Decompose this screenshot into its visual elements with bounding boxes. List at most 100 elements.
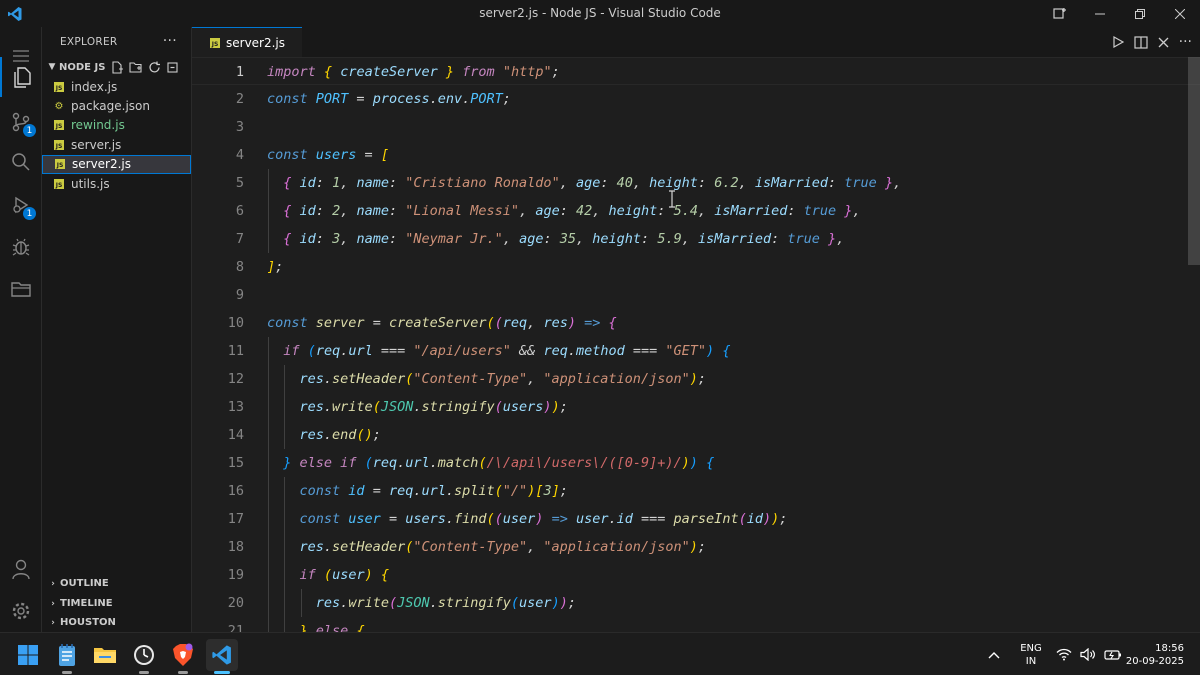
code-editor[interactable]: 1 import { createServer } from "http"; 2 co… <box>192 57 1200 632</box>
tab-label: server2.js <box>226 35 286 50</box>
restore-button[interactable] <box>1120 0 1160 27</box>
code-token: . <box>429 595 438 611</box>
code-token: , <box>893 175 902 191</box>
vscode-logo-icon[interactable] <box>0 0 30 27</box>
run-file-icon[interactable] <box>1112 36 1124 48</box>
explorer-icon[interactable] <box>0 57 42 97</box>
section-outline[interactable]: › OUTLINE <box>42 574 192 593</box>
code-text: res.setHeader("Content-Type", "applicati… <box>267 365 706 393</box>
code-line[interactable]: 1 import { createServer } from "http"; <box>192 57 1200 85</box>
code-line[interactable]: 16 const id = req.url.split("/")[3]; <box>192 477 1200 505</box>
scrollbar-thumb[interactable] <box>1188 57 1200 265</box>
code-token: ; <box>559 483 568 499</box>
code-line[interactable]: 17 const user = users.find((user) => use… <box>192 505 1200 533</box>
minimize-button[interactable] <box>1080 0 1120 27</box>
code-line[interactable]: 8]; <box>192 253 1200 281</box>
code-text: res.write(JSON.stringify(users)); <box>267 393 568 421</box>
section-houston[interactable]: › HOUSTON <box>42 613 192 632</box>
taskbar-clock[interactable]: 18:56 20-09-2025 <box>1126 642 1184 668</box>
system-tray[interactable] <box>1056 633 1122 675</box>
code-token: /\/api\/users\/([0-9]+)/ <box>486 455 682 471</box>
more-actions-icon[interactable]: ··· <box>163 33 177 49</box>
input-language-indicator[interactable]: ENG IN <box>1016 642 1046 668</box>
code-line[interactable]: 10 const server = createServer((req, res)… <box>192 309 1200 337</box>
brave-browser-icon[interactable] <box>167 639 199 674</box>
more-editor-actions-icon[interactable]: ··· <box>1179 34 1192 50</box>
code-line[interactable]: 7 { id: 3, name: "Neymar Jr.", age: 35, … <box>192 225 1200 253</box>
code-text: import { createServer } from "http"; <box>267 58 560 86</box>
code-token: === <box>632 511 674 527</box>
line-number: 16 <box>227 483 244 499</box>
file-item-server2-js[interactable]: JS server2.js <box>42 154 191 174</box>
code-line[interactable]: 18 res.setHeader("Content-Type", "applic… <box>192 533 1200 561</box>
chevron-right-icon: › <box>51 617 55 628</box>
code-line[interactable]: 14 res.end(); <box>192 421 1200 449</box>
show-hidden-icons-button[interactable] <box>988 633 1000 675</box>
line-number: 6 <box>235 203 244 219</box>
region-code: IN <box>1025 656 1037 667</box>
split-editor-icon[interactable] <box>1134 35 1148 49</box>
code-line[interactable]: 13 res.write(JSON.stringify(users)); <box>192 393 1200 421</box>
customize-layout-icon[interactable] <box>1040 0 1080 27</box>
file-item-server-js[interactable]: JS server.js <box>42 135 191 154</box>
file-name: utils.js <box>71 176 110 191</box>
close-editor-icon[interactable] <box>1158 37 1169 48</box>
code-line[interactable]: 6 { id: 2, name: "Lional Messi", age: 42… <box>192 197 1200 225</box>
code-token: users <box>502 399 544 415</box>
settings-gear-icon[interactable] <box>0 591 42 631</box>
code-token: height <box>649 175 698 191</box>
folder-node-js[interactable]: ▼ NODE JS <box>42 57 191 77</box>
code-line[interactable]: 20 res.write(JSON.stringify(user)); <box>192 589 1200 617</box>
file-item-index-js[interactable]: JS index.js <box>42 77 191 96</box>
code-token: = <box>348 91 373 107</box>
remote-explorer-icon[interactable] <box>0 269 42 309</box>
section-timeline[interactable]: › TIMELINE <box>42 594 192 613</box>
new-folder-icon[interactable] <box>129 61 143 74</box>
code-token: setHeader <box>332 371 406 387</box>
tab-server2-js[interactable]: JS server2.js <box>192 27 302 57</box>
code-line[interactable]: 19 if (user) { <box>192 561 1200 589</box>
code-line[interactable]: 9 <box>192 281 1200 309</box>
source-control-badge: 1 <box>23 124 36 137</box>
code-token: isMarried <box>697 231 772 247</box>
file-item-utils-js[interactable]: JS utils.js <box>42 174 191 193</box>
close-button[interactable] <box>1160 0 1200 27</box>
vscode-taskbar-icon[interactable] <box>206 639 238 674</box>
code-line[interactable]: 2 const PORT = process.env.PORT; <box>192 85 1200 113</box>
code-token: const <box>299 483 341 499</box>
line-number: 8 <box>235 259 244 275</box>
debug-bug-icon[interactable] <box>0 227 42 267</box>
windows-start-icon[interactable] <box>12 639 44 671</box>
code-line[interactable]: 5 { id: 1, name: "Cristiano Ronaldo", ag… <box>192 169 1200 197</box>
code-token: . <box>323 371 333 387</box>
code-token: , <box>527 315 544 331</box>
code-line[interactable]: 12 res.setHeader("Content-Type", "applic… <box>192 365 1200 393</box>
file-item-package-json[interactable]: ⚙ package.json <box>42 96 191 115</box>
code-line[interactable]: 15 } else if (req.url.match(/\/api\/user… <box>192 449 1200 477</box>
refresh-icon[interactable] <box>148 61 161 74</box>
collapse-all-icon[interactable] <box>166 61 179 74</box>
clock-app-icon[interactable] <box>128 639 160 674</box>
editor-scrollbar[interactable] <box>1186 57 1200 632</box>
source-control-icon[interactable]: 1 <box>0 102 42 142</box>
search-icon[interactable] <box>0 142 42 182</box>
run-debug-icon[interactable]: 1 <box>0 185 42 225</box>
code-text: const users = [ <box>267 141 389 169</box>
notepad-icon[interactable] <box>51 639 83 674</box>
code-line[interactable]: 21 } else { <box>192 617 1200 632</box>
code-line[interactable]: 4 const users = [ <box>192 141 1200 169</box>
file-explorer-icon[interactable] <box>89 639 121 671</box>
code-token: = <box>364 483 389 499</box>
code-line[interactable]: 11 if (req.url === "/api/users" && req.m… <box>192 337 1200 365</box>
account-icon[interactable] <box>0 549 42 589</box>
code-token: => <box>551 511 568 527</box>
line-number: 5 <box>235 175 244 191</box>
code-token: . <box>429 91 438 107</box>
code-line[interactable]: 3 <box>192 113 1200 141</box>
file-item-rewind-js[interactable]: JS rewind.js <box>42 116 191 135</box>
line-number: 12 <box>227 371 244 387</box>
new-file-icon[interactable] <box>111 60 124 74</box>
